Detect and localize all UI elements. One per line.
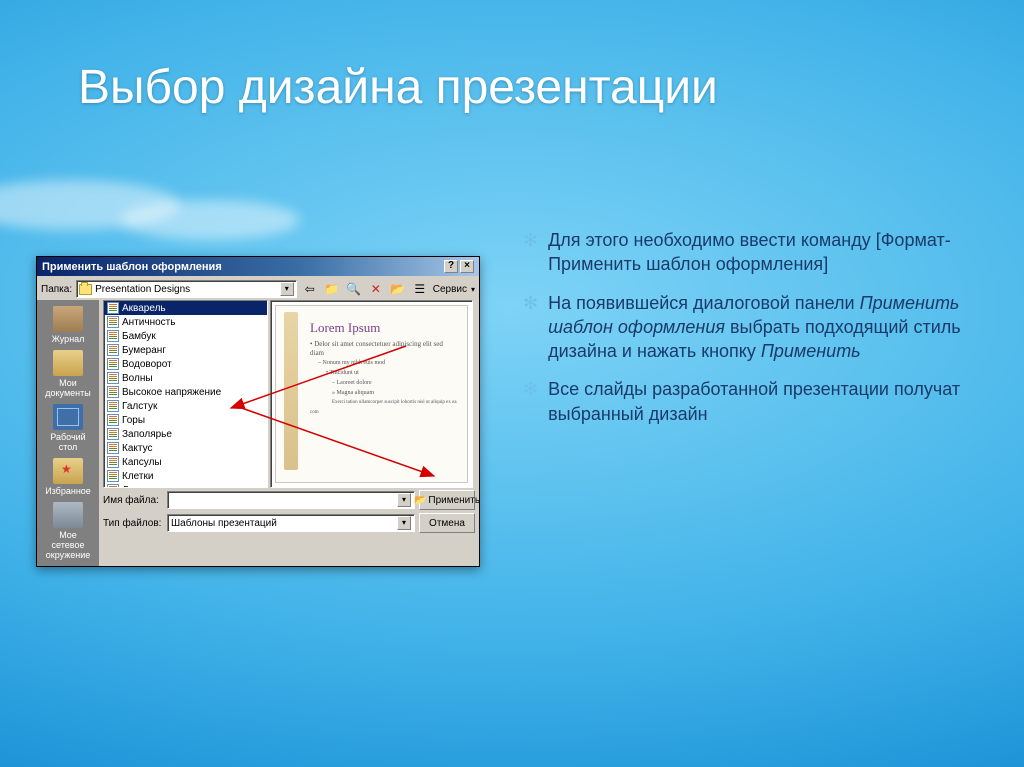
place-favorites[interactable]: Избранное xyxy=(42,458,94,496)
filetype-combo[interactable]: Шаблоны презентаций▾ xyxy=(167,514,415,532)
list-item[interactable]: Горы xyxy=(104,413,267,427)
template-file-icon xyxy=(107,414,119,426)
decoration-cloud xyxy=(120,200,300,240)
template-file-icon xyxy=(107,316,119,328)
list-item[interactable]: Капсулы xyxy=(104,455,267,469)
help-button[interactable]: ? xyxy=(444,260,458,273)
bullet-item: Для этого необходимо ввести команду [Фор… xyxy=(523,228,973,277)
place-journal[interactable]: Журнал xyxy=(42,306,94,344)
template-preview: Lorem Ipsum • Delor sit amet consectetue… xyxy=(270,300,473,488)
template-file-icon xyxy=(107,330,119,342)
new-folder-button[interactable]: 📂 xyxy=(389,280,407,298)
up-button[interactable]: 📁 xyxy=(323,280,341,298)
list-item[interactable]: Акварель xyxy=(104,301,267,315)
folder-value: Presentation Designs xyxy=(95,284,190,295)
chevron-down-icon[interactable]: ▾ xyxy=(280,282,294,296)
template-file-icon xyxy=(107,372,119,384)
list-item[interactable]: Заполярье xyxy=(104,427,267,441)
delete-button[interactable]: ✕ xyxy=(367,280,385,298)
folder-label: Папка: xyxy=(41,284,72,295)
window-title: Применить шаблон оформления xyxy=(42,261,222,273)
cancel-button[interactable]: Отмена xyxy=(419,513,475,533)
list-item[interactable]: Клетки xyxy=(104,469,267,483)
list-item[interactable]: Бумеранг xyxy=(104,343,267,357)
place-network[interactable]: Мое сетевое окружение xyxy=(42,502,94,560)
chevron-down-icon[interactable]: ▾ xyxy=(397,516,411,530)
search-web-button[interactable]: 🔍 xyxy=(345,280,363,298)
folder-icon xyxy=(79,284,92,295)
template-file-icon xyxy=(107,428,119,440)
places-bar: Журнал Мои документы Рабочий стол Избран… xyxy=(37,300,99,566)
file-list[interactable]: АкварельАнтичностьБамбукБумерангВодоворо… xyxy=(103,300,268,488)
place-desktop[interactable]: Рабочий стол xyxy=(42,404,94,452)
list-item[interactable]: Кактус xyxy=(104,441,267,455)
folder-toolbar: Папка: Presentation Designs ▾ ⇦ 📁 🔍 ✕ 📂 … xyxy=(37,276,479,300)
list-item[interactable]: Античность xyxy=(104,315,267,329)
close-button[interactable]: × xyxy=(460,260,474,273)
views-button[interactable]: ☰ xyxy=(411,280,429,298)
titlebar[interactable]: Применить шаблон оформления ? × xyxy=(37,257,479,276)
list-item[interactable]: Водоворот xyxy=(104,357,267,371)
place-my-documents[interactable]: Мои документы xyxy=(42,350,94,398)
list-item[interactable]: Высокое напряжение xyxy=(104,385,267,399)
chevron-down-icon[interactable]: ▾ xyxy=(397,493,411,507)
apply-button[interactable]: 📂Применить xyxy=(419,490,475,510)
folder-combo[interactable]: Presentation Designs ▾ xyxy=(76,280,297,298)
template-file-icon xyxy=(107,358,119,370)
filetype-label: Тип файлов: xyxy=(103,518,163,529)
template-file-icon xyxy=(107,456,119,468)
template-file-icon xyxy=(107,442,119,454)
bullet-item: На появившейся диалоговой панели Примени… xyxy=(523,291,973,364)
slide-title: Выбор дизайна презентации xyxy=(78,60,718,115)
tools-menu[interactable]: Сервис xyxy=(433,284,467,295)
template-file-icon xyxy=(107,386,119,398)
list-item[interactable]: Галстук xyxy=(104,399,267,413)
bullet-item: Все слайды разработанной презентации пол… xyxy=(523,377,973,426)
template-file-icon xyxy=(107,302,119,314)
back-button[interactable]: ⇦ xyxy=(301,280,319,298)
list-item[interactable]: Волны xyxy=(104,371,267,385)
filename-input[interactable]: ▾ xyxy=(167,491,415,509)
filename-label: Имя файла: xyxy=(103,495,163,506)
template-file-icon xyxy=(107,470,119,482)
template-file-icon xyxy=(107,344,119,356)
list-item[interactable]: Бамбук xyxy=(104,329,267,343)
chevron-down-icon[interactable]: ▾ xyxy=(471,285,475,294)
preview-title: Lorem Ipsum xyxy=(310,320,457,336)
slide-bullets: Для этого необходимо ввести команду [Фор… xyxy=(523,228,973,440)
apply-template-dialog: Применить шаблон оформления ? × Папка: P… xyxy=(36,256,480,567)
template-file-icon xyxy=(107,400,119,412)
